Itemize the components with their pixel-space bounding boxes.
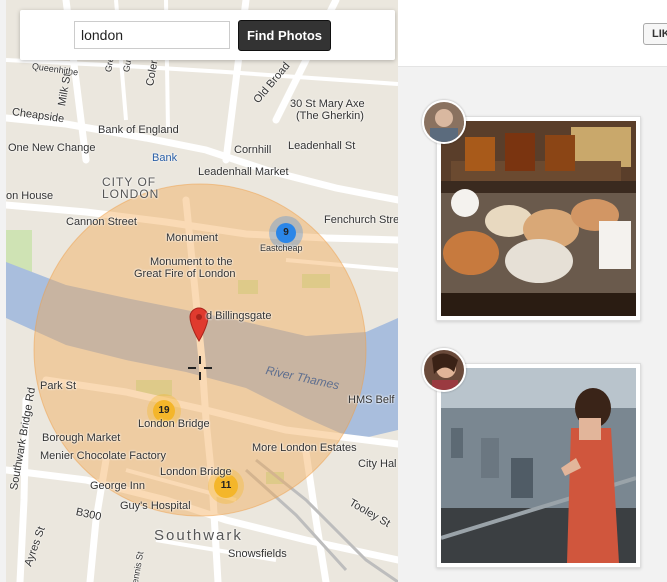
map-label: Menier Chocolate Factory <box>40 450 166 462</box>
like-button[interactable]: LIK <box>643 23 667 45</box>
photo-food[interactable] <box>441 121 636 316</box>
photo-feed[interactable]: LIK <box>398 0 667 582</box>
photo-card[interactable] <box>436 363 641 568</box>
cluster-count: 11 <box>220 480 232 491</box>
cluster-count: 9 <box>283 227 289 238</box>
map-label: Borough Market <box>42 432 121 444</box>
map-label: 30 St Mary Axe <box>290 98 365 110</box>
map-label: Southwark <box>154 527 243 544</box>
map[interactable]: 9 19 11 Cheapside Bank of England One Ne… <box>6 0 398 582</box>
map-label: George Inn <box>90 480 146 492</box>
map-label: Fenchurch Stre <box>324 214 398 226</box>
map-label: (The Gherkin) <box>296 110 364 122</box>
search-panel: Find Photos <box>20 10 395 60</box>
map-label: Leadenhall Market <box>198 166 289 178</box>
map-label: London Bridge <box>138 418 210 430</box>
map-label: Bank <box>152 152 178 164</box>
cluster-count: 19 <box>158 405 170 416</box>
map-label: Great Fire of London <box>134 268 236 280</box>
map-label: Guy's Hospital <box>120 500 191 512</box>
map-label: LONDON <box>102 187 160 201</box>
photo-city-view[interactable] <box>441 368 636 563</box>
map-label: Eastcheap <box>260 243 303 253</box>
map-label: Leadenhall St <box>288 140 356 152</box>
map-label: Bank of England <box>98 124 179 136</box>
map-label: Cannon Street <box>66 216 137 228</box>
feed-header: LIK <box>398 0 667 67</box>
map-label: HMS Belf <box>348 394 395 406</box>
map-label: One New Change <box>8 142 96 154</box>
photo-card[interactable] <box>436 116 641 321</box>
avatar[interactable] <box>422 348 466 392</box>
map-label: More London Estates <box>252 442 357 454</box>
map-label: Monument <box>166 232 218 244</box>
search-input[interactable] <box>74 21 230 49</box>
map-label: Monument to the <box>150 256 233 268</box>
find-photos-button[interactable]: Find Photos <box>238 20 331 51</box>
map-label: Park St <box>40 380 77 392</box>
map-label: City Hal <box>358 458 397 470</box>
map-label: Cornhill <box>234 144 272 156</box>
map-label: London Bridge <box>160 466 232 478</box>
map-label: Snowsfields <box>228 548 287 560</box>
map-label: on House <box>6 190 54 202</box>
map-label: d Billingsgate <box>206 310 272 322</box>
avatar[interactable] <box>422 100 466 144</box>
